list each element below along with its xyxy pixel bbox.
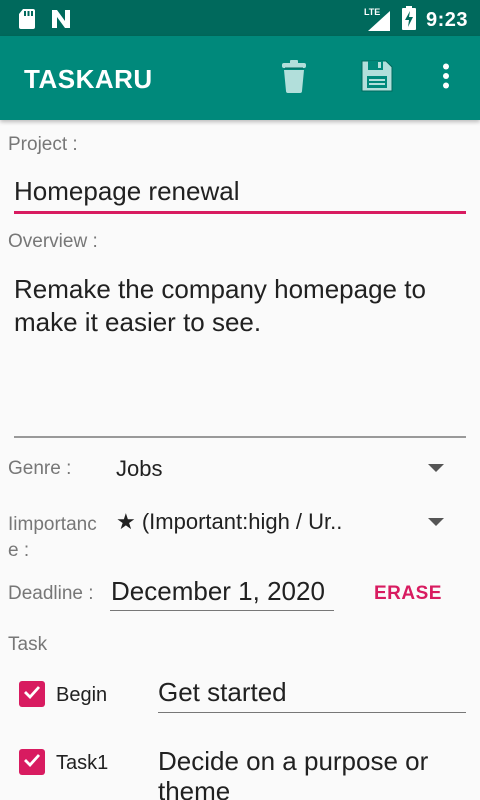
task-description-underline [158,712,466,713]
status-bar: LTE 9:23 [0,0,480,36]
status-time: 9:23 [425,9,468,31]
task-checkbox-task1[interactable] [19,749,45,775]
deadline-input[interactable]: December 1, 2020 [111,576,325,607]
overflow-menu-button[interactable] [424,56,468,100]
app-title: TASKARU [24,64,153,94]
chevron-down-icon [428,464,444,472]
genre-label: Genre : [8,458,72,479]
deadline-label: Deadline : [8,583,94,604]
task-checkbox-begin[interactable] [19,681,45,707]
project-input-underline [14,211,466,214]
save-button[interactable] [355,56,399,100]
app-bar: TASKARU [0,36,480,120]
task-description-task1[interactable]: Decide on a purpose or theme [158,746,458,800]
task-name-begin: Begin [56,684,108,706]
n-notification-icon [50,8,72,35]
overview-input[interactable]: Remake the company homepage to make it e… [14,273,466,339]
project-input[interactable]: Homepage renewal [14,176,239,207]
project-label: Project : [8,134,78,155]
check-icon [23,685,41,704]
genre-spinner[interactable]: Jobs [110,446,466,490]
overview-label: Overview : [8,231,98,252]
more-vert-icon [442,63,450,94]
genre-value: Jobs [116,456,163,481]
importance-value: ★ (Important:high / Ur.. [116,509,343,534]
deadline-input-underline [110,610,334,611]
importance-label: Iimportance : [8,514,97,561]
lte-signal-icon: LTE [364,7,392,33]
overview-input-underline [14,436,466,438]
task-section-label: Task [8,634,48,655]
task-name-task1: Task1 [56,752,109,774]
battery-charging-icon [401,6,416,35]
task-form: Project : Homepage renewal Overview : Re… [0,120,480,800]
chevron-down-icon [428,518,444,526]
save-icon [360,59,394,98]
sd-card-icon [18,8,36,35]
check-icon [23,753,41,772]
erase-button[interactable]: ERASE [374,583,442,605]
task-description-begin[interactable]: Get started [158,677,287,707]
importance-spinner[interactable]: ★ (Important:high / Ur.. [110,501,466,545]
trash-icon [279,59,309,98]
delete-button[interactable] [272,56,316,100]
